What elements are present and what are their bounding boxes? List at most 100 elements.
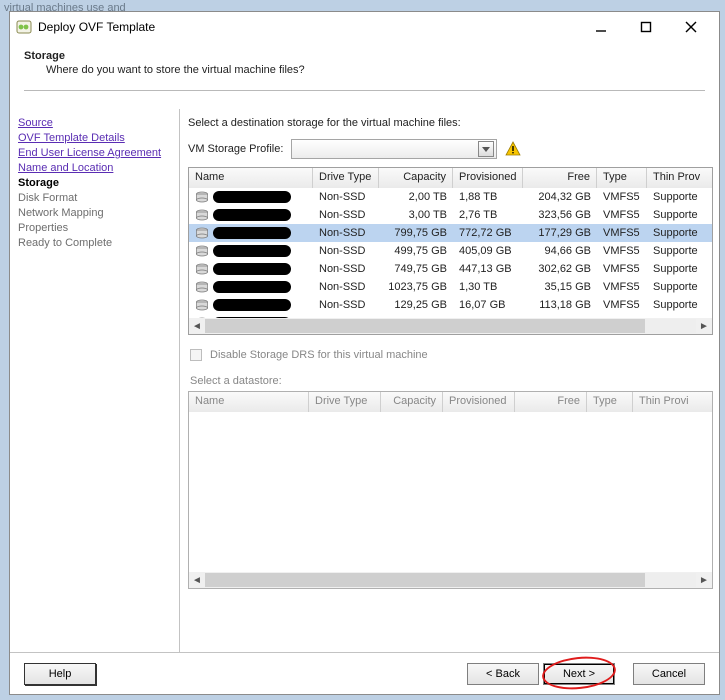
- cell-prov: 405,09 GB: [453, 245, 523, 257]
- cell-thin: Supporte: [647, 263, 712, 275]
- table-row[interactable]: Non-SSD749,75 GB447,13 GB302,62 GBVMFS5S…: [189, 260, 712, 278]
- datastore-table: Name Drive Type Capacity Provisioned Fre…: [188, 391, 713, 589]
- col-provisioned[interactable]: Provisioned: [453, 168, 523, 188]
- disable-drs-label: Disable Storage DRS for this virtual mac…: [210, 349, 428, 361]
- storage-table: Name Drive Type Capacity Provisioned Fre…: [188, 167, 713, 335]
- ds-col-free: Free: [515, 392, 587, 412]
- cell-free: 177,29 GB: [523, 227, 597, 239]
- close-button[interactable]: [669, 13, 713, 41]
- step-source[interactable]: Source: [18, 117, 171, 129]
- redacted-name: [213, 299, 291, 311]
- page-subtitle: Where do you want to store the virtual m…: [24, 64, 705, 76]
- redacted-name: [213, 209, 291, 221]
- step-storage: Storage: [18, 177, 171, 189]
- cell-capacity: 3,00 TB: [379, 209, 453, 221]
- cell-thin: Supporte: [647, 299, 712, 311]
- ds-col-drive-type: Drive Type: [309, 392, 381, 412]
- cell-thin: Supporte: [647, 227, 712, 239]
- cell-type: VMFS5: [597, 227, 647, 239]
- help-button[interactable]: Help: [24, 663, 96, 685]
- cell-drive: Non-SSD: [313, 299, 379, 311]
- h-scrollbar[interactable]: ◄ ►: [189, 318, 712, 334]
- col-free[interactable]: Free: [523, 168, 597, 188]
- cell-free: 204,32 GB: [523, 191, 597, 203]
- col-type[interactable]: Type: [597, 168, 647, 188]
- step-ovf-details[interactable]: OVF Template Details: [18, 132, 171, 144]
- cell-type: VMFS5: [597, 191, 647, 203]
- step-name-location[interactable]: Name and Location: [18, 162, 171, 174]
- cell-prov: 2,76 TB: [453, 209, 523, 221]
- step-disk-format: Disk Format: [18, 192, 171, 204]
- cell-free: 302,62 GB: [523, 263, 597, 275]
- app-icon: [16, 19, 32, 35]
- redacted-name: [213, 227, 291, 239]
- cell-prov: 447,13 GB: [453, 263, 523, 275]
- minimize-button[interactable]: [579, 13, 623, 41]
- datastore-icon: [195, 281, 209, 293]
- datastore-icon: [195, 263, 209, 275]
- disable-drs-checkbox: [190, 349, 202, 361]
- ds-col-capacity: Capacity: [381, 392, 443, 412]
- cell-capacity: 1023,75 GB: [379, 281, 453, 293]
- cell-capacity: 499,75 GB: [379, 245, 453, 257]
- next-button[interactable]: Next >: [543, 663, 615, 685]
- scroll-right-icon[interactable]: ►: [696, 319, 712, 333]
- cell-capacity: 2,00 TB: [379, 191, 453, 203]
- cell-capacity: 749,75 GB: [379, 263, 453, 275]
- ds-col-name: Name: [189, 392, 309, 412]
- step-eula[interactable]: End User License Agreement: [18, 147, 171, 159]
- cell-prov: 1,30 TB: [453, 281, 523, 293]
- col-name[interactable]: Name: [189, 168, 313, 188]
- cell-type: VMFS5: [597, 263, 647, 275]
- select-destination-label: Select a destination storage for the vir…: [188, 117, 713, 129]
- warning-icon: [505, 141, 521, 157]
- cell-type: VMFS5: [597, 245, 647, 257]
- cell-thin: Supporte: [647, 245, 712, 257]
- window-title: Deploy OVF Template: [38, 20, 578, 34]
- table-row[interactable]: Non-SSD1023,75 GB1,30 TB35,15 GBVMFS5Sup…: [189, 278, 712, 296]
- cell-prov: 772,72 GB: [453, 227, 523, 239]
- ds-col-thin: Thin Provi: [633, 392, 712, 412]
- cell-drive: Non-SSD: [313, 263, 379, 275]
- cell-free: 113,18 GB: [523, 299, 597, 311]
- table-row[interactable]: Non-SSD2,00 TB1,88 TB204,32 GBVMFS5Suppo…: [189, 188, 712, 206]
- table-row[interactable]: Non-SSD499,75 GB405,09 GB94,66 GBVMFS5Su…: [189, 242, 712, 260]
- back-button[interactable]: < Back: [467, 663, 539, 685]
- wizard-steps-sidebar: Source OVF Template Details End User Lic…: [10, 109, 180, 652]
- wizard-header: Storage Where do you want to store the v…: [10, 42, 719, 109]
- redacted-name: [213, 191, 291, 203]
- col-thin[interactable]: Thin Prov: [647, 168, 712, 188]
- ds-h-scrollbar: ◄ ►: [189, 572, 712, 588]
- table-row[interactable]: Non-SSD3,00 TB2,76 TB323,56 GBVMFS5Suppo…: [189, 206, 712, 224]
- cell-drive: Non-SSD: [313, 227, 379, 239]
- cell-drive: Non-SSD: [313, 209, 379, 221]
- datastore-icon: [195, 227, 209, 239]
- datastore-icon: [195, 209, 209, 221]
- table-row[interactable]: Non-SSD799,75 GB772,72 GB177,29 GBVMFS5S…: [189, 224, 712, 242]
- cell-prov: 16,07 GB: [453, 299, 523, 311]
- col-drive-type[interactable]: Drive Type: [313, 168, 379, 188]
- vm-storage-profile-dropdown[interactable]: [291, 139, 497, 159]
- redacted-name: [213, 281, 291, 293]
- maximize-button[interactable]: [624, 13, 668, 41]
- cell-free: 94,66 GB: [523, 245, 597, 257]
- cell-drive: Non-SSD: [313, 191, 379, 203]
- step-network-mapping: Network Mapping: [18, 207, 171, 219]
- redacted-name: [213, 245, 291, 257]
- datastore-icon: [195, 245, 209, 257]
- chevron-down-icon[interactable]: [478, 141, 494, 157]
- main-panel: Select a destination storage for the vir…: [180, 109, 719, 652]
- scroll-thumb[interactable]: [205, 319, 645, 333]
- cell-drive: Non-SSD: [313, 281, 379, 293]
- col-capacity[interactable]: Capacity: [379, 168, 453, 188]
- cell-type: VMFS5: [597, 209, 647, 221]
- table-row[interactable]: Non-SSD129,25 GB16,07 GB113,18 GBVMFS5Su…: [189, 296, 712, 314]
- scroll-left-icon[interactable]: ◄: [189, 319, 205, 333]
- dialog-window: Deploy OVF Template Storage Where do you…: [9, 11, 720, 695]
- ds-col-provisioned: Provisioned: [443, 392, 515, 412]
- page-title: Storage: [24, 50, 705, 62]
- cancel-button[interactable]: Cancel: [633, 663, 705, 685]
- cell-free: 323,56 GB: [523, 209, 597, 221]
- cell-capacity: 799,75 GB: [379, 227, 453, 239]
- cell-type: VMFS5: [597, 299, 647, 311]
